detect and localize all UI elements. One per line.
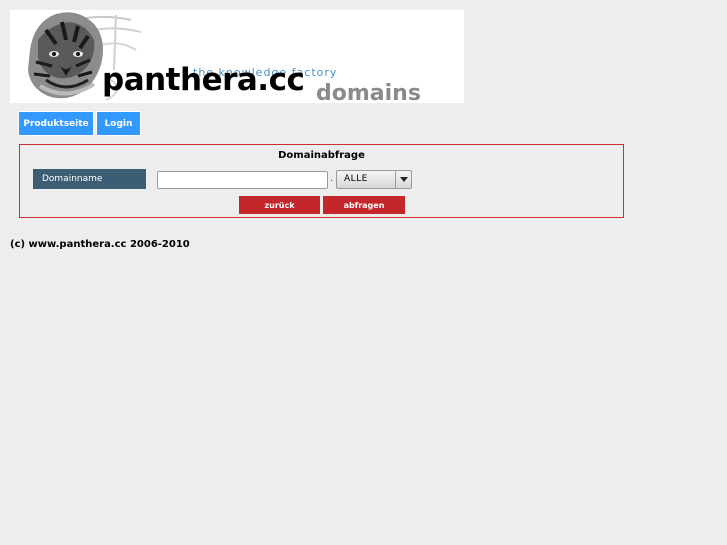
brand-name: panthera.cc xyxy=(102,62,305,98)
query-button[interactable]: abfragen xyxy=(323,196,405,214)
domain-name-input[interactable] xyxy=(157,171,328,189)
header-banner: the knowledge factory panthera.cc domain… xyxy=(10,10,464,103)
query-title: Domainabfrage xyxy=(278,150,365,161)
tld-select[interactable]: ALLE xyxy=(336,170,412,189)
nav-produktseite-button[interactable]: Produktseite xyxy=(18,111,94,136)
domain-query-box: Domainabfrage Domainname . ALLE zurück a… xyxy=(19,144,624,218)
tld-selected-value: ALLE xyxy=(344,174,368,184)
brand-sub: domains xyxy=(316,81,421,104)
page: the knowledge factory panthera.cc domain… xyxy=(0,0,727,545)
chevron-down-icon[interactable] xyxy=(395,171,411,188)
domain-name-label: Domainname xyxy=(33,169,146,189)
back-button[interactable]: zurück xyxy=(239,196,320,214)
tld-separator: . xyxy=(330,173,334,184)
copyright-footer: (c) www.panthera.cc 2006-2010 xyxy=(10,239,190,250)
nav-bar: Produktseite Login xyxy=(18,111,141,136)
nav-login-button[interactable]: Login xyxy=(96,111,141,136)
